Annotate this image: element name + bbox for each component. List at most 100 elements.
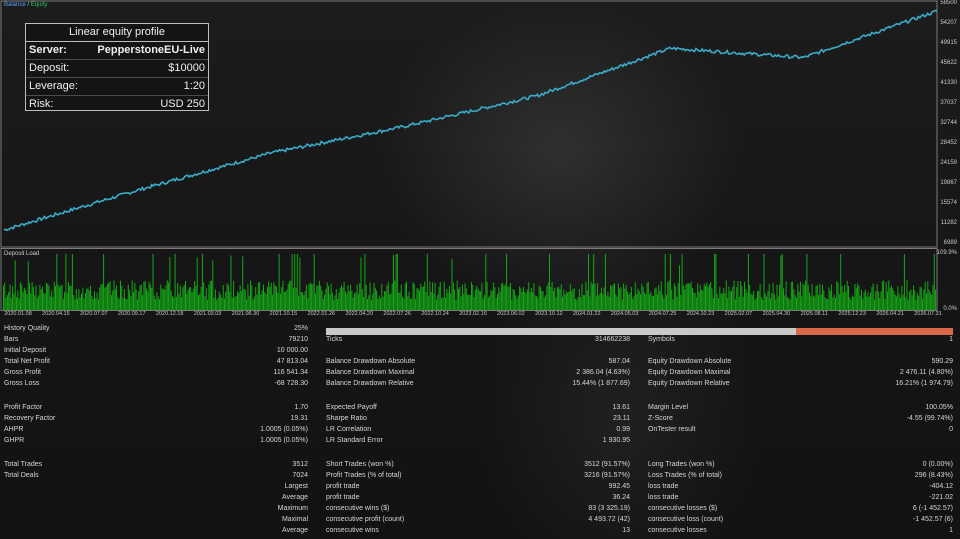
info-row-server: Server: PepperstoneEU-Live — [26, 42, 208, 60]
deposit-load-bar — [413, 283, 415, 310]
deposit-load-bar — [276, 286, 277, 310]
deposit-load-bar — [283, 291, 285, 310]
deposit-load-bar — [238, 293, 240, 310]
deposit-load-bar — [32, 287, 34, 310]
deposit-load-bar — [463, 293, 465, 310]
deposit-load-bar — [200, 286, 202, 310]
deposit-load-bar — [149, 284, 151, 310]
deposit-load-bar — [628, 294, 630, 310]
deposit-load-bar — [97, 299, 99, 310]
deposit-load-bar — [474, 289, 476, 310]
deposit-load-bar — [759, 284, 761, 310]
stat-value: 3512 — [292, 461, 308, 468]
deposit-load-bar — [766, 296, 768, 310]
stat-label: Gross Loss — [4, 380, 40, 387]
deposit-load-bar — [286, 289, 288, 310]
deposit-load-bar — [809, 292, 810, 310]
deposit-load-bar — [534, 295, 536, 310]
deposit-load-bar — [755, 298, 757, 310]
deposit-load-bar — [68, 281, 69, 310]
deposit-load-bar — [237, 291, 238, 310]
x-axis-tick: 2025.12.23 — [838, 311, 866, 317]
deposit-load-bar — [268, 281, 270, 310]
deposit-load-bar — [672, 299, 674, 310]
deposit-load-bar — [468, 295, 470, 310]
equity-y-tick: 19867 — [940, 179, 957, 186]
deposit-load-bar — [300, 292, 302, 310]
deposit-load-bar — [744, 281, 745, 310]
deposit-load-bar — [802, 283, 804, 310]
deposit-load-bar — [152, 254, 154, 310]
deposit-load-bar — [311, 283, 313, 310]
stat-label: Largest — [284, 483, 308, 490]
deposit-load-bar — [481, 282, 483, 310]
deposit-load-bar — [699, 285, 701, 310]
deposit-load-bar — [688, 283, 690, 310]
deposit-load-bar — [880, 291, 882, 310]
deposit-load-bar — [689, 283, 691, 310]
deposit-load-bar — [893, 291, 895, 310]
deposit-load-bar — [803, 285, 805, 310]
stat-label: LR Standard Error — [326, 437, 383, 444]
deposit-load-bar — [325, 288, 327, 310]
deposit-load-bar — [900, 297, 901, 310]
deposit-load-bar — [617, 283, 619, 310]
stat-value: 100.05% — [925, 404, 953, 411]
deposit-load-bar — [647, 281, 649, 310]
stat-label: LR Correlation — [326, 426, 372, 433]
deposit-load-bar — [341, 285, 342, 310]
deposit-load-bar — [432, 282, 433, 310]
deposit-load-bar — [747, 254, 749, 310]
deposit-load-bar — [82, 287, 84, 310]
deposit-load-bar — [532, 292, 534, 310]
stat-value: 16.21% (1 974.79) — [895, 380, 953, 387]
deposit-load-bar — [242, 256, 244, 310]
deposit-load-bar — [66, 292, 68, 310]
deposit-load-bar — [642, 286, 644, 310]
deposit-load-bar — [477, 288, 479, 310]
info-panel: Linear equity profile Server: Pepperston… — [25, 23, 209, 111]
deposit-load-bar — [74, 299, 76, 310]
x-axis-tick: 2022.01.26 — [307, 311, 336, 317]
deposit-load-bar — [92, 299, 94, 310]
deposit-load-bar — [533, 282, 535, 310]
deposit-load-bar — [697, 283, 699, 310]
stat-value: 3216 (91.57%) — [584, 472, 630, 479]
stat-label: OnTester result — [648, 426, 696, 433]
deposit-load-bar — [19, 282, 21, 310]
deposit-load-bar — [762, 299, 764, 310]
deposit-load-bar — [903, 254, 905, 310]
deposit-load-bar — [818, 294, 820, 310]
x-axis-tick: 2022.07.26 — [383, 311, 411, 317]
deposit-load-bar — [12, 286, 14, 310]
deposit-load-bar — [445, 297, 446, 310]
deposit-load-bar — [35, 285, 37, 310]
deposit-load-bar — [16, 297, 17, 310]
deposit-load-bar — [130, 296, 132, 310]
stat-value: 13.61 — [612, 404, 630, 411]
deposit-load-bar — [796, 298, 797, 310]
deposit-load-bar — [707, 287, 709, 310]
stats-row-netprofit: Total Net Profit 47 813.04 Balance Drawd… — [0, 357, 960, 367]
deposit-load-bar — [134, 282, 136, 310]
deposit-load-bar — [73, 295, 75, 310]
deposit-load-bar — [352, 297, 354, 310]
deposit-load-bar — [199, 293, 201, 310]
deposit-load-bar — [607, 291, 609, 310]
deposit-load-bar — [556, 287, 558, 310]
deposit-load-bar — [112, 290, 114, 310]
stat-label: Ticks — [326, 336, 343, 343]
deposit-load-bar — [408, 291, 410, 310]
deposit-load-bar — [634, 282, 636, 310]
deposit-load-bar — [320, 285, 322, 310]
deposit-load-bar — [56, 254, 58, 310]
deposit-load-bar — [846, 280, 848, 310]
deposit-load-bar — [724, 293, 726, 310]
deposit-load-bar — [277, 292, 279, 310]
deposit-load-bar — [701, 290, 703, 310]
deposit-load-bar — [208, 284, 210, 310]
deposit-load-bar — [799, 281, 801, 310]
deposit-load-bar — [776, 284, 778, 310]
equity-y-tick: 58500 — [940, 0, 957, 6]
deposit-load-bar — [356, 284, 358, 310]
